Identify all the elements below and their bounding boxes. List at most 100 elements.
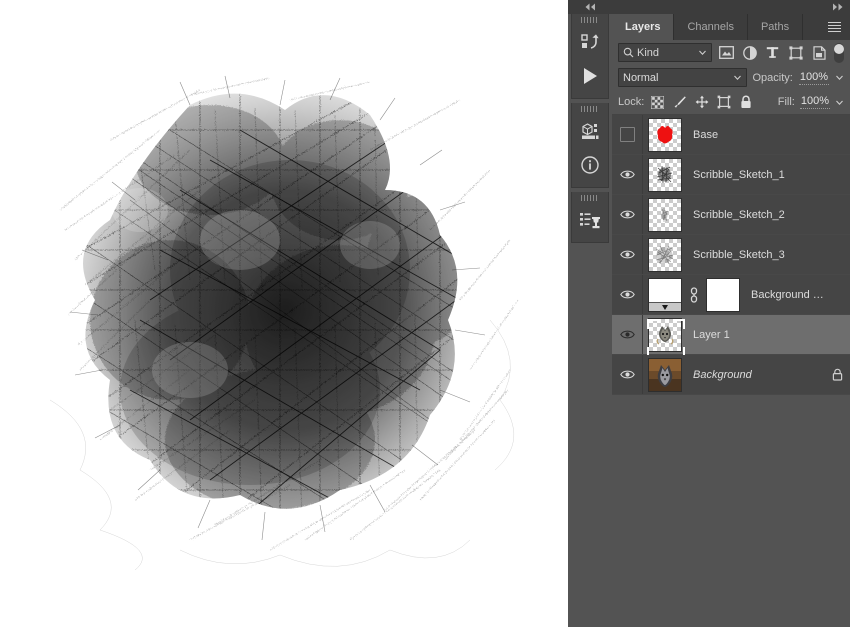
layer-visibility-toggle[interactable]	[612, 155, 643, 194]
dock-grip[interactable]	[572, 192, 608, 203]
layer-visibility-toggle[interactable]	[612, 235, 643, 274]
info-panel-button[interactable]	[572, 148, 608, 182]
locked-icon	[832, 368, 842, 381]
table-row[interactable]: Scribble_Sketch_3	[612, 235, 850, 275]
layer-visibility-toggle[interactable]	[612, 315, 643, 354]
layer-name[interactable]: Background	[687, 369, 824, 381]
table-row[interactable]: Base	[612, 115, 850, 155]
layer-name[interactable]: Layer 1	[687, 329, 824, 341]
toggle-knob	[833, 43, 844, 54]
scribble-artwork-svg	[49, 75, 519, 570]
eye-icon	[619, 330, 635, 339]
fill-label: Fill:	[777, 96, 795, 108]
checkerboard-icon	[651, 95, 665, 109]
layer-name[interactable]: Scribble_Sketch_3	[687, 249, 824, 261]
dock-group-clone-source	[571, 192, 609, 243]
filter-type-icon[interactable]	[764, 43, 781, 63]
panel-expand-bar[interactable]	[612, 0, 850, 14]
dock-grip[interactable]	[572, 14, 608, 25]
layer-thumbnail-cell	[643, 317, 687, 357]
blend-mode-select[interactable]: Normal	[618, 68, 747, 87]
properties-3d-icon	[582, 123, 599, 139]
layer-thumbnail[interactable]	[648, 237, 682, 272]
tab-channels[interactable]: Channels	[674, 14, 748, 40]
opacity-value[interactable]: 100%	[798, 71, 829, 85]
layer-list-empty-area[interactable]	[612, 395, 850, 627]
layer-thumbnail-cell	[643, 197, 687, 232]
image-icon	[719, 46, 735, 59]
lock-artboard-icon[interactable]	[715, 94, 732, 111]
layer-name[interactable]: Scribble_Sketch_2	[687, 209, 824, 221]
filter-shape-icon[interactable]	[787, 43, 804, 63]
double-chevron-left-icon	[585, 3, 595, 11]
fill-group: Fill: 100%	[778, 95, 844, 109]
photoshop-window: Layers Channels Paths Kind Normal Opacit…	[0, 0, 850, 627]
layer-list[interactable]: Base Scribble_Sketch_1 Scribble_Sketch_2…	[612, 114, 850, 627]
panel-tab-strip: Layers Channels Paths	[612, 14, 850, 40]
table-row[interactable]: Scribble_Sketch_1	[612, 155, 850, 195]
layer-visibility-toggle[interactable]	[612, 355, 643, 394]
layer-thumbnail[interactable]	[648, 277, 682, 312]
eye-icon	[619, 210, 635, 219]
table-row[interactable]: Scribble_Sketch_2	[612, 195, 850, 235]
layer-thumbnail[interactable]	[648, 357, 682, 392]
red-blob-icon	[657, 125, 673, 143]
layer-name[interactable]: Scribble_Sketch_1	[687, 169, 824, 181]
scribble-artwork	[40, 70, 530, 570]
table-row[interactable]: Layer 1	[612, 315, 850, 357]
document-canvas[interactable]	[0, 0, 568, 627]
mask-link-cell[interactable]	[687, 286, 701, 303]
lock-transparency-icon[interactable]	[649, 94, 666, 111]
opacity-chevron-down-icon[interactable]	[835, 73, 844, 82]
lock-position-icon[interactable]	[693, 94, 710, 111]
filter-adjustment-icon[interactable]	[741, 43, 758, 63]
layer-visibility-toggle[interactable]	[612, 275, 643, 314]
tab-paths-label: Paths	[760, 21, 790, 33]
table-row[interactable]: Background Color	[612, 275, 850, 315]
dock-grip[interactable]	[572, 103, 608, 114]
dock-collapse-button[interactable]	[568, 0, 612, 14]
layer-visibility-toggle[interactable]	[612, 195, 643, 234]
layer-thumbnail[interactable]	[648, 317, 682, 352]
play-button[interactable]	[572, 59, 608, 93]
fill-value[interactable]: 100%	[799, 95, 830, 109]
layer-lock-cell	[824, 368, 850, 381]
layer-thumbnail[interactable]	[648, 117, 682, 152]
table-row[interactable]: Background	[612, 355, 850, 395]
dock-group-properties-info	[571, 103, 609, 188]
text-t-icon	[767, 47, 779, 58]
layer-name[interactable]: Background Color	[745, 289, 824, 301]
filter-smart-object-icon[interactable]	[811, 43, 828, 63]
layer-visibility-toggle[interactable]	[612, 115, 643, 154]
lock-image-icon[interactable]	[671, 94, 688, 111]
layer-thumbnail[interactable]	[648, 157, 682, 192]
layer-thumbnail-cell	[643, 237, 687, 272]
lock-row: Lock: Fill: 100%	[612, 90, 850, 114]
lock-all-icon[interactable]	[737, 94, 754, 111]
visibility-off-icon	[619, 127, 635, 142]
artboard-frame-icon	[717, 95, 731, 109]
filter-kind-label: Kind	[637, 46, 660, 59]
layer-mask-thumbnail[interactable]	[706, 277, 740, 312]
fill-chevron-down-icon[interactable]	[835, 98, 844, 107]
clone-source-panel-button[interactable]	[572, 203, 608, 237]
actions-panel-button[interactable]	[572, 25, 608, 59]
clone-source-icon	[580, 213, 600, 229]
wolf-cutout-thumb-icon	[656, 325, 674, 345]
panel-menu-button[interactable]	[824, 14, 844, 40]
layer-name[interactable]: Base	[687, 129, 824, 141]
tab-paths[interactable]: Paths	[748, 14, 804, 40]
eye-icon	[619, 170, 635, 179]
layer-thumbnail-cell	[643, 277, 687, 312]
lock-label: Lock:	[618, 96, 645, 108]
dock-group-history-actions	[571, 14, 609, 99]
tab-layers[interactable]: Layers	[612, 14, 675, 40]
properties-panel-button[interactable]	[572, 114, 608, 148]
move-arrows-icon	[695, 95, 709, 109]
filter-kind-select[interactable]: Kind	[618, 43, 712, 62]
layer-thumbnail-cell	[643, 357, 687, 392]
layer-thumbnail[interactable]	[648, 197, 682, 232]
filter-pixel-icon[interactable]	[718, 43, 735, 63]
filter-enable-toggle[interactable]	[833, 42, 844, 63]
double-chevron-right-icon	[833, 3, 843, 11]
